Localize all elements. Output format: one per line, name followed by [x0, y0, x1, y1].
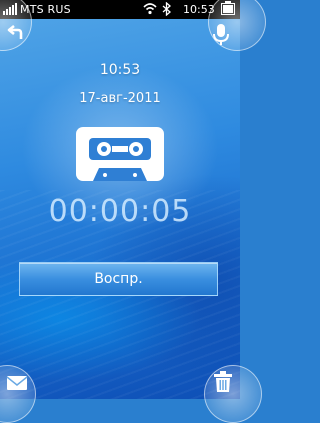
current-time: 10:53 — [99, 62, 141, 78]
current-date: 17-авг-2011 — [79, 91, 161, 106]
play-button[interactable]: Воспр. — [19, 262, 218, 296]
envelope-icon — [6, 376, 28, 390]
delete-button[interactable] — [182, 341, 262, 423]
microphone-icon — [213, 24, 229, 45]
recording-timer: 00:00:05 — [48, 194, 192, 229]
send-button[interactable] — [0, 341, 58, 423]
bluetooth-icon — [162, 2, 171, 16]
back-arrow-icon — [7, 25, 23, 39]
cassette-icon — [76, 127, 164, 181]
wifi-icon — [143, 3, 157, 15]
status-bar: MTS RUS 10:53 — [0, 0, 240, 19]
trash-icon — [214, 371, 232, 392]
